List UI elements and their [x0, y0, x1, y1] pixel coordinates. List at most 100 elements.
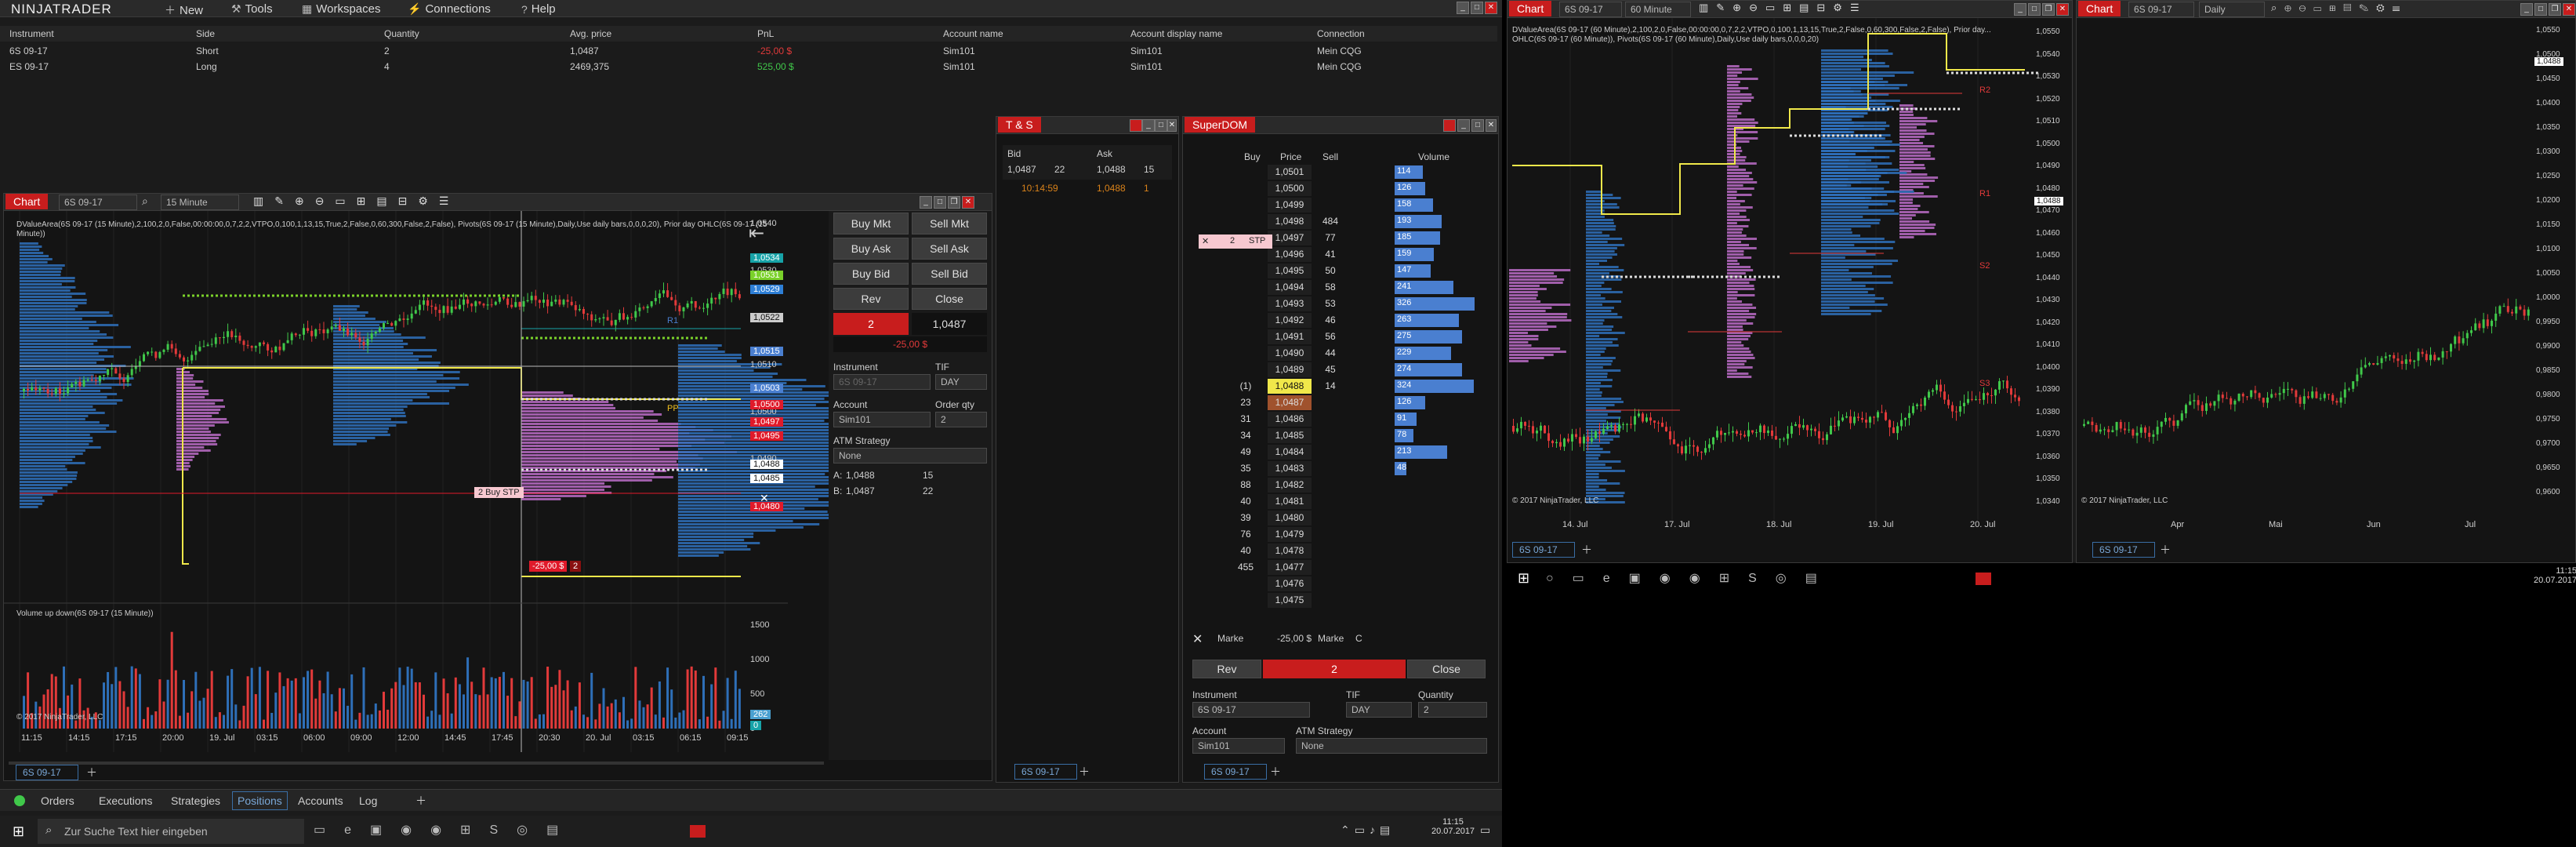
- position-pnl-label[interactable]: -25,00 $: [529, 561, 568, 572]
- link-icon[interactable]: [1130, 119, 1142, 132]
- add-tab-button[interactable]: ＋: [1079, 764, 1090, 780]
- price-chart-canvas[interactable]: [4, 211, 829, 768]
- dom-row[interactable]: 35 1,0483: [1183, 460, 1449, 477]
- minimize-button[interactable]: _: [2520, 3, 2533, 16]
- chart-footer-tab[interactable]: 6S 09-17: [16, 765, 78, 780]
- search-icon[interactable]: ⌕: [142, 194, 148, 208]
- market-buy-label[interactable]: Marke: [1217, 633, 1243, 644]
- add-tab-button[interactable]: ＋: [2160, 542, 2171, 558]
- add-tab-button[interactable]: ＋: [1581, 542, 1592, 558]
- menu-tools[interactable]: ⚒ Tools: [231, 2, 273, 16]
- col-account-name[interactable]: Account name: [943, 28, 1003, 39]
- tab-orders[interactable]: Orders: [41, 794, 74, 807]
- maximize-button[interactable]: □: [1471, 2, 1483, 14]
- dom-row[interactable]: 455 1,0477: [1183, 559, 1449, 576]
- quantity-stepper[interactable]: 2: [1418, 702, 1487, 718]
- close-button[interactable]: ✕: [962, 196, 974, 209]
- restore-button[interactable]: ❐: [2042, 3, 2055, 16]
- add-tab-button[interactable]: ＋: [1270, 764, 1281, 780]
- maximize-button[interactable]: □: [1471, 119, 1484, 132]
- dom-footer-tab[interactable]: 6S 09-17: [1204, 764, 1267, 780]
- link-icon[interactable]: [1443, 119, 1456, 132]
- sell-market-button[interactable]: Sell Mkt: [912, 213, 987, 234]
- maximize-button[interactable]: □: [1155, 119, 1167, 132]
- close-button[interactable]: ✕: [2563, 3, 2575, 16]
- pinned-apps-icon[interactable]: ▭e▣◉◉⊞S◎▤: [314, 822, 577, 838]
- dom-row[interactable]: 39 1,0480: [1183, 510, 1449, 526]
- buy-market-button[interactable]: Buy Mkt: [833, 213, 909, 234]
- tab-accounts[interactable]: Accounts: [298, 794, 343, 807]
- interval-selector[interactable]: 60 Minute: [1625, 2, 1691, 17]
- maximize-button[interactable]: □: [2534, 3, 2547, 16]
- close-position-button[interactable]: Close: [912, 288, 987, 310]
- close-button[interactable]: Close: [1407, 660, 1486, 678]
- tif-select[interactable]: DAY: [935, 374, 987, 390]
- maximize-button[interactable]: □: [2028, 3, 2041, 16]
- dom-row[interactable]: 1,0475: [1183, 592, 1449, 609]
- minimize-button[interactable]: _: [1457, 119, 1470, 132]
- tab-log[interactable]: Log: [359, 794, 377, 807]
- instrument-selector[interactable]: 6S 09-17: [59, 194, 137, 210]
- cancel-all-icon[interactable]: ✕: [1192, 631, 1203, 647]
- instrument-selector[interactable]: 6S 09-17: [1559, 2, 1622, 17]
- cancel-order-icon[interactable]: ✕: [1202, 236, 1209, 246]
- dom-row[interactable]: 1,0476: [1183, 576, 1449, 592]
- working-order[interactable]: ✕ 2 STP: [1199, 234, 1272, 249]
- close-button[interactable]: ✕: [1485, 2, 1497, 14]
- buy-bid-button[interactable]: Buy Bid: [833, 263, 909, 285]
- close-button[interactable]: ✕: [2056, 3, 2069, 16]
- instrument-select[interactable]: 6S 09-17: [833, 374, 931, 390]
- drawing-tools-icon[interactable]: ▥✎⊕⊖▭⊞▤⊟⚙☰: [1699, 2, 1867, 14]
- ts-footer-tab[interactable]: 6S 09-17: [1014, 764, 1077, 780]
- tab-strategies[interactable]: Strategies: [171, 794, 220, 807]
- chart2-canvas[interactable]: [1508, 18, 2072, 536]
- dom-row[interactable]: 40 1,0481: [1183, 493, 1449, 510]
- chart3-footer-tab[interactable]: 6S 09-17: [2092, 542, 2155, 558]
- interval-selector[interactable]: 15 Minute: [161, 194, 239, 210]
- menu-help[interactable]: ? Help: [521, 2, 556, 16]
- col-instrument[interactable]: Instrument: [9, 28, 54, 39]
- taskbar-search[interactable]: ⌕ Zur Suche Text hier eingeben: [38, 819, 304, 844]
- close-button[interactable]: ✕: [1167, 119, 1177, 132]
- position-qty-label[interactable]: 2: [570, 561, 582, 572]
- dom-row[interactable]: 88 1,0482: [1183, 477, 1449, 493]
- clock[interactable]: 11:15 20.07.2017: [1431, 817, 1475, 836]
- dom-row[interactable]: 40 1,0478: [1183, 543, 1449, 559]
- maximize-button[interactable]: □: [934, 196, 946, 209]
- reverse-button[interactable]: Rev: [833, 288, 909, 310]
- ninjatrader-taskbar-icon[interactable]: [690, 825, 706, 838]
- menu-new[interactable]: ＋ New: [165, 2, 203, 18]
- add-tab-button[interactable]: ＋: [86, 765, 97, 780]
- windows-start-icon[interactable]: ⊞: [1518, 570, 1529, 587]
- menu-workspaces[interactable]: ▦ Workspaces: [302, 2, 381, 16]
- chart3-canvas[interactable]: [2077, 18, 2575, 536]
- ninjatrader-taskbar-icon[interactable]: [1976, 573, 1991, 585]
- col-account-display[interactable]: Account display name: [1130, 28, 1222, 39]
- interval-selector[interactable]: Daily: [2199, 2, 2265, 17]
- col-pnl[interactable]: PnL: [757, 28, 774, 39]
- order-label[interactable]: 2 Buy STP: [474, 487, 524, 498]
- atm-select[interactable]: None: [1296, 738, 1487, 754]
- notification-icon[interactable]: ▭: [1480, 823, 1490, 837]
- col-connection[interactable]: Connection: [1317, 28, 1365, 39]
- minimize-button[interactable]: _: [1142, 119, 1155, 132]
- dom-row[interactable]: 76 1,0479: [1183, 526, 1449, 543]
- add-tab-button[interactable]: ＋: [415, 793, 426, 809]
- order-qty-input[interactable]: 2: [935, 412, 987, 427]
- buy-ask-button[interactable]: Buy Ask: [833, 238, 909, 260]
- tray-icons[interactable]: ⌃▭♪▤: [1341, 823, 1395, 837]
- minimize-button[interactable]: _: [2014, 3, 2026, 16]
- table-row[interactable]: ES 09-17 Long 4 2469,375 525,00 $ Sim101…: [0, 59, 1497, 75]
- horizontal-scrollbar[interactable]: [9, 762, 824, 765]
- instrument-select[interactable]: 6S 09-17: [1192, 702, 1310, 718]
- tab-executions[interactable]: Executions: [99, 794, 152, 807]
- sell-ask-button[interactable]: Sell Ask: [912, 238, 987, 260]
- col-side[interactable]: Side: [196, 28, 215, 39]
- instrument-selector[interactable]: 6S 09-17: [2128, 2, 2194, 17]
- chart2-footer-tab[interactable]: 6S 09-17: [1512, 542, 1575, 558]
- tif-select[interactable]: DAY: [1346, 702, 1412, 718]
- market-sell-tail[interactable]: C: [1355, 633, 1362, 644]
- menu-connections[interactable]: ⚡ Connections: [408, 2, 491, 16]
- chart2-tab[interactable]: Chart: [1509, 1, 1552, 16]
- close-order-icon[interactable]: ✕: [760, 492, 769, 505]
